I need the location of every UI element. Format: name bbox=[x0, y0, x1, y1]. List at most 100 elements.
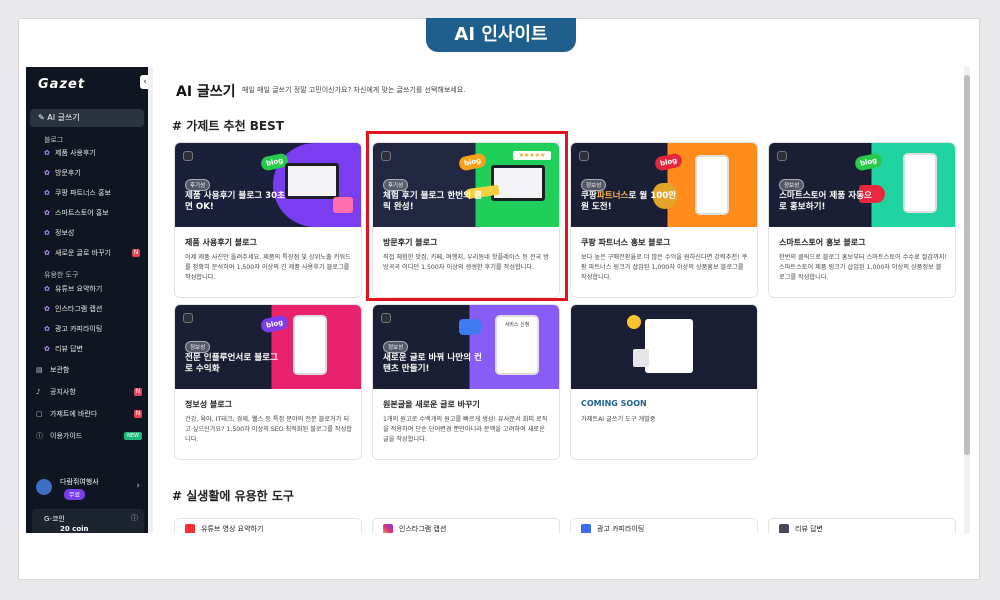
card-rewrite[interactable]: 서비스 신청 정보성 새로운 글로 바꿔 나만의 컨텐츠 만들기! 원본글을 새… bbox=[372, 304, 560, 460]
document-icon bbox=[645, 319, 693, 373]
page-subtitle: 매일 매일 글쓰기 정말 고민이신가요? 자신에게 맞는 글쓰기를 선택해보세요… bbox=[242, 86, 466, 94]
card-tag: 정보성 bbox=[185, 341, 211, 353]
card-description: 한번의 클릭으로 블로그 홍보부터 스마트스토어 수수료 절감까지! 스마트스토… bbox=[779, 254, 947, 281]
card-headline: 쿠팡파트너스로 월 100만원 도전! bbox=[581, 191, 677, 212]
sidebar-item-ad-copy[interactable]: ✿ 광고 카피라이팅 bbox=[44, 322, 144, 336]
new-badge-green: NEW bbox=[124, 432, 142, 440]
card-tag: 후기성 bbox=[185, 179, 211, 191]
card-smartstore[interactable]: blog 정보성 스마트스토어 제품 자동으로 홍보하기! 스마트스토어 홍보 … bbox=[768, 142, 956, 298]
plan-badge: 무료 bbox=[64, 489, 86, 500]
card-tag: 정보성 bbox=[581, 179, 607, 191]
card-thumbnail: blog 정보성 쿠팡파트너스로 월 100만원 도전! bbox=[571, 143, 757, 227]
monitor-image bbox=[285, 163, 339, 199]
phone-mockup bbox=[293, 315, 327, 375]
card-title: 쿠팡 파트너스 홍보 블로그 bbox=[581, 238, 671, 247]
brain-icon: ✿ bbox=[44, 169, 50, 177]
sidebar-item-youtube[interactable]: ✿ 유튜브 요약하기 bbox=[44, 282, 144, 296]
chat-icon: ▢ bbox=[36, 410, 43, 418]
tool-instagram-caption[interactable]: 인스타그램 캡션 bbox=[372, 518, 560, 533]
youtube-icon bbox=[185, 524, 195, 533]
card-description: 보다 높은 구매전환율로 더 많은 수익을 원하신다면 강력추천! 쿠팡 파트너… bbox=[581, 254, 748, 281]
brain-icon: ✿ bbox=[44, 249, 50, 257]
sidebar-item-notice[interactable]: ♪ 공지사항 N bbox=[36, 385, 146, 399]
card-coupang[interactable]: blog 정보성 쿠팡파트너스로 월 100만원 도전! 쿠팡 파트너스 홍보 … bbox=[570, 142, 758, 298]
insight-banner: AI 인사이트 bbox=[426, 18, 576, 52]
sidebar-scrollbar[interactable] bbox=[148, 67, 153, 533]
page-title: AI 글쓰기 bbox=[176, 84, 236, 100]
sidebar-item-instagram[interactable]: ✿ 인스타그램 캡션 bbox=[44, 302, 144, 316]
card-headline: 전문 인플루언서로 블로그로 수익화 bbox=[185, 353, 278, 374]
sidebar-item-visit-review[interactable]: ✿ 방문후기 bbox=[44, 166, 144, 180]
cursor-card-icon bbox=[633, 349, 649, 367]
blog-bubble: blog bbox=[853, 152, 884, 172]
info-icon[interactable]: ⓘ bbox=[131, 513, 138, 523]
card-info-blog[interactable]: blog 정보성 전문 인플루언서로 블로그로 수익화 정보성 블로그 건강, … bbox=[174, 304, 362, 460]
tool-youtube-summary[interactable]: 유튜브 영상 요약하기 bbox=[174, 518, 362, 533]
sidebar-group-tools: 유용한 도구 bbox=[44, 271, 79, 279]
card-title: 정보성 블로그 bbox=[185, 400, 232, 409]
tool-ad-copywriting[interactable]: 광고 카피라이팅 bbox=[570, 518, 758, 533]
phone-mockup bbox=[695, 155, 729, 215]
card-title: 제품 사용후기 블로그 bbox=[185, 238, 257, 247]
sidebar-group-blog: 블로그 bbox=[44, 136, 64, 144]
gazet-app-icon bbox=[183, 313, 193, 323]
gazet-app-icon bbox=[777, 151, 787, 161]
gazet-app-icon bbox=[381, 313, 391, 323]
phone-mockup bbox=[903, 153, 937, 213]
gazet-app-icon bbox=[183, 151, 193, 161]
card-thumbnail: blog 정보성 스마트스토어 제품 자동으로 홍보하기! bbox=[769, 143, 955, 227]
card-description: 1개의 원고로 수백개의 원고를 빠르게 생성! 유사문서 회피 로직을 적용하… bbox=[383, 416, 548, 443]
blog-bubble: blog bbox=[259, 314, 290, 334]
card-title: COMING SOON bbox=[581, 399, 647, 408]
blog-bubble: blog bbox=[653, 152, 684, 172]
sidebar-item-coupang[interactable]: ✿ 쿠팡 파트너스 홍보 bbox=[44, 186, 144, 200]
tool-review-reply[interactable]: 리뷰 답변 bbox=[768, 518, 956, 533]
user-profile[interactable]: 다람쥐여행사 무료 › bbox=[34, 477, 144, 505]
main-scrollbar[interactable] bbox=[964, 67, 970, 533]
card-thumbnail: blog 후기성 제품 사용후기 블로그 30초면 OK! bbox=[175, 143, 361, 227]
gazet-logo[interactable]: Gazet bbox=[38, 77, 85, 92]
card-title: 스마트스토어 홍보 블로그 bbox=[779, 238, 866, 247]
new-badge: N bbox=[134, 388, 142, 396]
ad-icon bbox=[581, 524, 591, 533]
brain-icon: ✿ bbox=[44, 285, 50, 293]
sidebar-item-smartstore[interactable]: ✿ 스마트스토어 홍보 bbox=[44, 206, 144, 220]
user-name: 다람쥐여행사 bbox=[60, 478, 99, 486]
sidebar-item-rewrite[interactable]: ✿ 새로운 글로 바꾸기 N bbox=[44, 246, 144, 260]
card-description: 건강, 육아, IT테크, 경제, 웰스 등 특정 분야의 전문 블로거가 되고… bbox=[185, 416, 353, 443]
lightbulb-icon bbox=[627, 315, 641, 329]
gazet-app-icon bbox=[579, 151, 589, 161]
brain-icon: ✿ bbox=[44, 149, 50, 157]
sidebar-item-info[interactable]: ✿ 정보성 bbox=[44, 226, 144, 240]
bell-icon: ♪ bbox=[36, 388, 41, 396]
sidebar-item-review-reply[interactable]: ✿ 리뷰 답변 bbox=[44, 342, 144, 356]
sidebar-item-feedback[interactable]: ▢ 가제트에 바란다 N bbox=[36, 407, 146, 421]
section-best-title: # 가제트 추천 BEST bbox=[172, 119, 284, 133]
section-tools-title: # 실생활에 유용한 도구 bbox=[172, 489, 294, 503]
scrollbar-thumb[interactable] bbox=[964, 75, 970, 455]
card-description: 이제 제품 사진만 올려주세요. 제품의 특장점 및 상위노출 키워드를 정확히… bbox=[185, 254, 351, 281]
chat-bubble-icon bbox=[459, 319, 481, 335]
brain-icon: ✿ bbox=[44, 189, 50, 197]
coin-label: G-코인 bbox=[44, 515, 65, 523]
archive-icon: ▤ bbox=[36, 366, 43, 374]
chevron-right-icon: › bbox=[136, 481, 140, 491]
sidebar-item-product-review[interactable]: ✿ 제품 사용후기 bbox=[44, 146, 144, 160]
sidebar-item-storage[interactable]: ▤ 보관함 bbox=[36, 363, 146, 377]
avatar bbox=[36, 479, 52, 495]
sidebar-item-guide[interactable]: ⓘ 이용가이드 NEW bbox=[36, 429, 146, 443]
card-tag: 정보성 bbox=[383, 341, 409, 353]
card-description: 가제트AI 글쓰기 도구 개발중 bbox=[581, 416, 656, 423]
new-badge: N bbox=[132, 249, 140, 257]
collapse-sidebar-button[interactable]: ‹ bbox=[140, 75, 148, 89]
pencil-icon: ✎ bbox=[38, 113, 48, 122]
sidebar: Gazet ‹ ✎ AI 글쓰기 블로그 ✿ 제품 사용후기 ✿ 방문후기 ✿ 쿠팡 … bbox=[26, 67, 148, 533]
highlight-box bbox=[366, 131, 568, 301]
coin-box: G-코인 20 coin ⓘ bbox=[32, 509, 144, 533]
sidebar-item-ai-writing[interactable]: ✎ AI 글쓰기 bbox=[30, 109, 144, 127]
card-product-review[interactable]: blog 후기성 제품 사용후기 블로그 30초면 OK! 제품 사용후기 블로… bbox=[174, 142, 362, 298]
card-title: 원본글을 새로운 글로 바꾸기 bbox=[383, 400, 480, 409]
card-headline: 새로운 글로 바꿔 나만의 컨텐츠 만들기! bbox=[383, 353, 482, 374]
card-headline: 스마트스토어 제품 자동으로 홍보하기! bbox=[779, 191, 872, 212]
card-thumbnail: blog 정보성 전문 인플루언서로 블로그로 수익화 bbox=[175, 305, 361, 389]
